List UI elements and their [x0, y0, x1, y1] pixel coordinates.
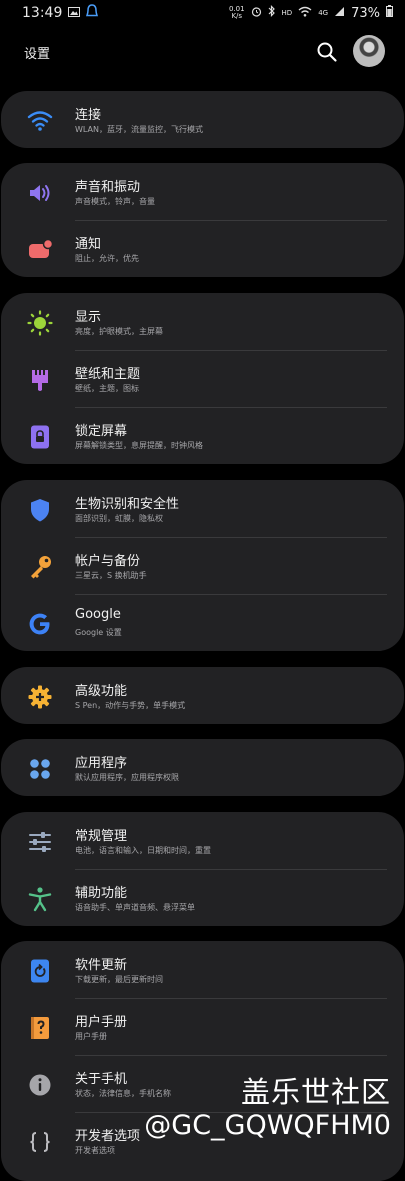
page-title: 设置	[24, 47, 51, 62]
watermark: 盖乐世社区 @GC_GQWQFHM0	[144, 1074, 391, 1142]
settings-item-subtitle: 亮度，护眼模式，主屏幕	[75, 327, 163, 336]
wifi-icon	[27, 108, 53, 134]
shield-icon	[27, 497, 53, 523]
settings-item-subtitle: Google 设置	[75, 628, 122, 637]
settings-item-label: 锁定屏幕	[75, 424, 128, 439]
settings-group-about: 软件更新 下载更新，最后更新时间 用户手册 用户手册 关于手机 状态，法律信息，…	[1, 941, 404, 1181]
apps-icon	[27, 756, 53, 782]
settings-item-label: 用户手册	[75, 1015, 128, 1030]
settings-item-subtitle: 阻止，允许，优先	[75, 254, 139, 263]
settings-group-advanced: 高级功能 S Pen，动作与手势，单手模式	[1, 667, 404, 724]
settings-item-label: Google	[75, 607, 121, 622]
settings-item-label: 应用程序	[75, 756, 128, 771]
alarm-icon	[251, 6, 262, 21]
settings-item-subtitle: 面部识别，虹膜，隐私权	[75, 514, 163, 523]
settings-item-google[interactable]: Google Google 设置	[1, 594, 404, 651]
wifi-status-icon	[298, 6, 312, 21]
settings-item-subtitle: 语音助手、单声道音频、悬浮菜单	[75, 903, 195, 912]
settings-item-label: 常规管理	[75, 829, 128, 844]
settings-item-label: 辅助功能	[75, 886, 128, 901]
signal-icon	[334, 6, 345, 21]
settings-item-sound[interactable]: 声音和振动 声音模式，铃声，音量	[1, 163, 404, 220]
settings-item-subtitle: 声音模式，铃声，音量	[75, 197, 155, 206]
settings-item-label: 高级功能	[75, 684, 128, 699]
avatar[interactable]	[353, 35, 385, 67]
settings-item-software-update[interactable]: 软件更新 下载更新，最后更新时间	[1, 941, 404, 998]
settings-group-security: 生物识别和安全性 面部识别，虹膜，隐私权 帐户与备份 三星云，S 换机助手 Go…	[1, 480, 404, 651]
paintbrush-icon	[27, 367, 53, 393]
settings-group-general: 常规管理 电池，语言和输入，日期和时间，重置 辅助功能 语音助手、单声道音频、悬…	[1, 812, 404, 926]
accessibility-icon	[27, 886, 53, 912]
watermark-user: @GC_GQWQFHM0	[144, 1110, 391, 1141]
settings-group-apps: 应用程序 默认应用程序，应用程序权限	[1, 739, 404, 796]
settings-item-lock-screen[interactable]: 锁定屏幕 屏幕解锁类型，息屏提醒，时钟风格	[1, 407, 404, 464]
settings-group-display: 显示 亮度，护眼模式，主屏幕 壁纸和主题 壁纸，主题，图标 锁定屏幕 屏幕解锁类…	[1, 293, 404, 464]
settings-header: 设置	[0, 34, 405, 68]
settings-item-subtitle: 默认应用程序，应用程序权限	[75, 773, 179, 782]
settings-item-label: 显示	[75, 310, 102, 325]
settings-item-subtitle: 下载更新，最后更新时间	[75, 975, 163, 984]
settings-item-accessibility[interactable]: 辅助功能 语音助手、单声道音频、悬浮菜单	[1, 869, 404, 926]
settings-item-label: 帐户与备份	[75, 554, 141, 569]
settings-item-subtitle: WLAN，蓝牙，流量监控，飞行模式	[75, 125, 204, 134]
developer-icon	[27, 1129, 53, 1155]
settings-item-user-manual[interactable]: 用户手册 用户手册	[1, 998, 404, 1055]
settings-item-display[interactable]: 显示 亮度，护眼模式，主屏幕	[1, 293, 404, 350]
lock-icon	[27, 424, 53, 450]
status-time: 13:49	[22, 5, 63, 21]
brightness-icon	[27, 310, 53, 336]
settings-item-subtitle: 电池，语言和输入，日期和时间，重置	[75, 846, 211, 855]
settings-item-wallpaper[interactable]: 壁纸和主题 壁纸，主题，图标	[1, 350, 404, 407]
status-bar: 13:49 0.01 K/s HD 4G 73%	[0, 0, 405, 26]
key-icon	[27, 554, 53, 580]
settings-item-subtitle: 开发者选项	[75, 1146, 115, 1155]
settings-item-subtitle: S Pen，动作与手势，单手模式	[75, 701, 186, 710]
settings-item-label: 软件更新	[75, 958, 128, 973]
settings-item-advanced-features[interactable]: 高级功能 S Pen，动作与手势，单手模式	[1, 667, 404, 724]
settings-item-accounts[interactable]: 帐户与备份 三星云，S 换机助手	[1, 537, 404, 594]
info-icon	[27, 1072, 53, 1098]
app-notification-icon	[86, 4, 99, 22]
settings-group-sound: 声音和振动 声音模式，铃声，音量 通知 阻止，允许，优先	[1, 163, 404, 277]
watermark-site: 盖乐世社区	[240, 1075, 391, 1109]
settings-item-subtitle: 三星云，S 换机助手	[75, 571, 147, 580]
battery-percent: 73%	[351, 5, 380, 21]
settings-item-label: 生物识别和安全性	[75, 497, 180, 512]
manual-icon	[27, 1015, 53, 1041]
settings-item-label: 通知	[75, 237, 102, 252]
sliders-icon	[27, 829, 53, 855]
bluetooth-icon	[268, 5, 276, 21]
settings-item-subtitle: 屏幕解锁类型，息屏提醒，时钟风格	[75, 441, 203, 450]
settings-item-subtitle: 用户手册	[75, 1032, 107, 1041]
network-speed: 0.01 K/s	[228, 5, 245, 20]
settings-item-label: 声音和振动	[75, 180, 141, 195]
gear-plus-icon	[27, 684, 53, 710]
volume-icon	[27, 180, 53, 206]
google-icon	[27, 611, 53, 637]
settings-item-apps[interactable]: 应用程序 默认应用程序，应用程序权限	[1, 739, 404, 796]
settings-item-subtitle: 壁纸，主题，图标	[75, 384, 139, 393]
battery-icon	[386, 5, 393, 21]
notification-icon	[27, 237, 53, 263]
settings-item-biometrics[interactable]: 生物识别和安全性 面部识别，虹膜，隐私权	[1, 480, 404, 537]
settings-item-connections[interactable]: 连接 WLAN，蓝牙，流量监控，飞行模式	[1, 91, 404, 148]
settings-item-label: 连接	[75, 108, 102, 123]
settings-item-label: 开发者选项	[75, 1129, 141, 1144]
hd-badge: HD	[281, 9, 293, 17]
settings-item-general-management[interactable]: 常规管理 电池，语言和输入，日期和时间，重置	[1, 812, 404, 869]
update-icon	[27, 958, 53, 984]
settings-item-label: 壁纸和主题	[75, 367, 141, 382]
search-icon[interactable]	[316, 41, 338, 63]
settings-group-connections: 连接 WLAN，蓝牙，流量监控，飞行模式	[1, 91, 404, 148]
settings-item-notifications[interactable]: 通知 阻止，允许，优先	[1, 220, 404, 277]
settings-item-label: 关于手机	[75, 1072, 128, 1087]
signal-type: 4G	[318, 9, 329, 17]
gallery-notification-icon	[68, 6, 81, 21]
